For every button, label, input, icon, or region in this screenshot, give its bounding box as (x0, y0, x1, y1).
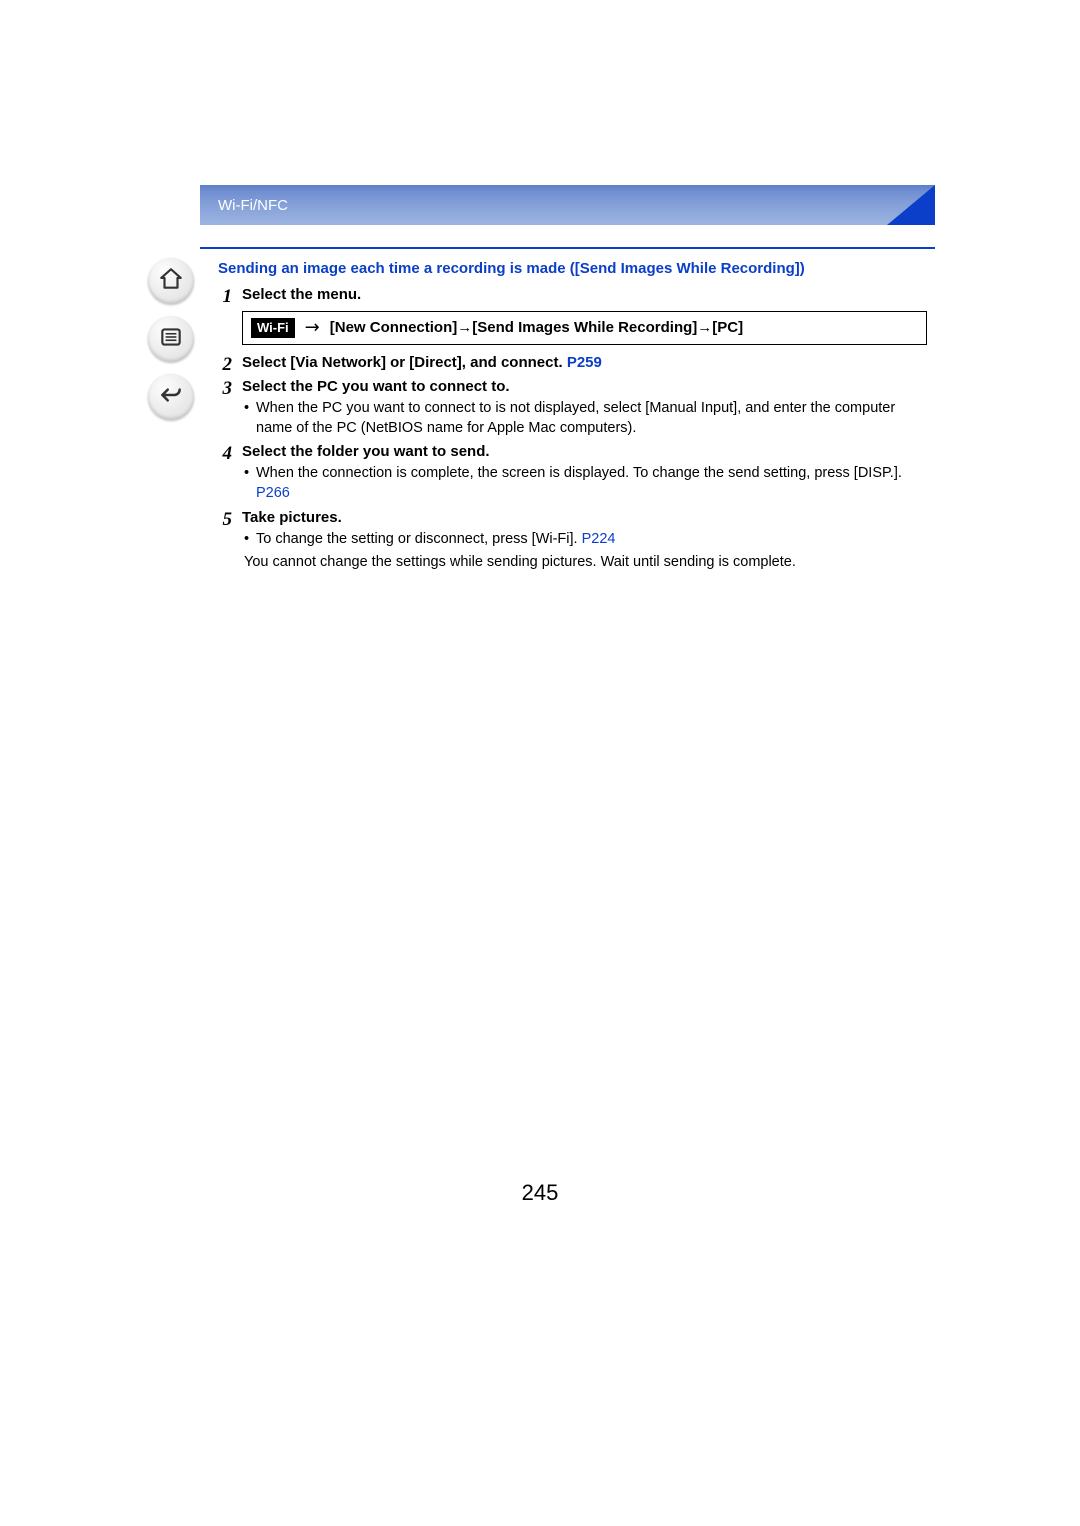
step-title: Take pictures. (242, 509, 342, 526)
step-number: 4 (200, 442, 242, 466)
step-number: 1 (200, 285, 242, 309)
manual-page: Wi-Fi/NFC Sending an image each time a r… (0, 0, 1080, 1526)
step-title: Select the PC you want to connect to. (242, 378, 510, 395)
step-1: 1 Select the menu. Wi-Fi → [New Connecti… (200, 285, 935, 354)
divider (200, 247, 935, 249)
back-button[interactable] (148, 374, 194, 420)
step-note: When the PC you want to connect to is no… (256, 399, 927, 438)
contents-button[interactable] (148, 316, 194, 362)
page-link-p224[interactable]: P224 (582, 531, 616, 547)
step-number: 5 (200, 508, 242, 532)
home-icon (158, 266, 184, 296)
page-link-p266[interactable]: P266 (256, 485, 290, 501)
step-title: Select the folder you want to send. (242, 443, 490, 460)
step-title: Select [Via Network] or [Direct], and co… (242, 354, 567, 371)
steps-list: 1 Select the menu. Wi-Fi → [New Connecti… (200, 285, 935, 573)
content-column: Wi-Fi/NFC Sending an image each time a r… (200, 185, 935, 573)
breadcrumb: Wi-Fi/NFC (218, 197, 288, 214)
wifi-chip: Wi-Fi (251, 318, 295, 338)
menu-path-text: [New Connection]→[Send Images While Reco… (330, 318, 743, 338)
list-icon (158, 324, 184, 354)
step-2: 2 Select [Via Network] or [Direct], and … (200, 353, 935, 377)
sidebar-nav (148, 258, 194, 420)
step-title: Select the menu. (242, 286, 361, 303)
arrow-icon: → (305, 316, 320, 340)
step-note: When the connection is complete, the scr… (256, 464, 927, 503)
step-note: You cannot change the settings while sen… (242, 553, 927, 573)
step-5: 5 Take pictures. To change the setting o… (200, 508, 935, 573)
step-number: 2 (200, 353, 242, 377)
section-title: Sending an image each time a recording i… (200, 259, 935, 285)
section-header: Wi-Fi/NFC (200, 185, 935, 225)
step-4: 4 Select the folder you want to send. Wh… (200, 442, 935, 507)
menu-path-box: Wi-Fi → [New Connection]→[Send Images Wh… (242, 311, 927, 345)
step-number: 3 (200, 377, 242, 401)
page-number: 245 (0, 1180, 1080, 1206)
home-button[interactable] (148, 258, 194, 304)
back-icon (158, 382, 184, 412)
page-link-p259[interactable]: P259 (567, 354, 602, 371)
step-3: 3 Select the PC you want to connect to. … (200, 377, 935, 442)
step-note: To change the setting or disconnect, pre… (256, 530, 927, 550)
